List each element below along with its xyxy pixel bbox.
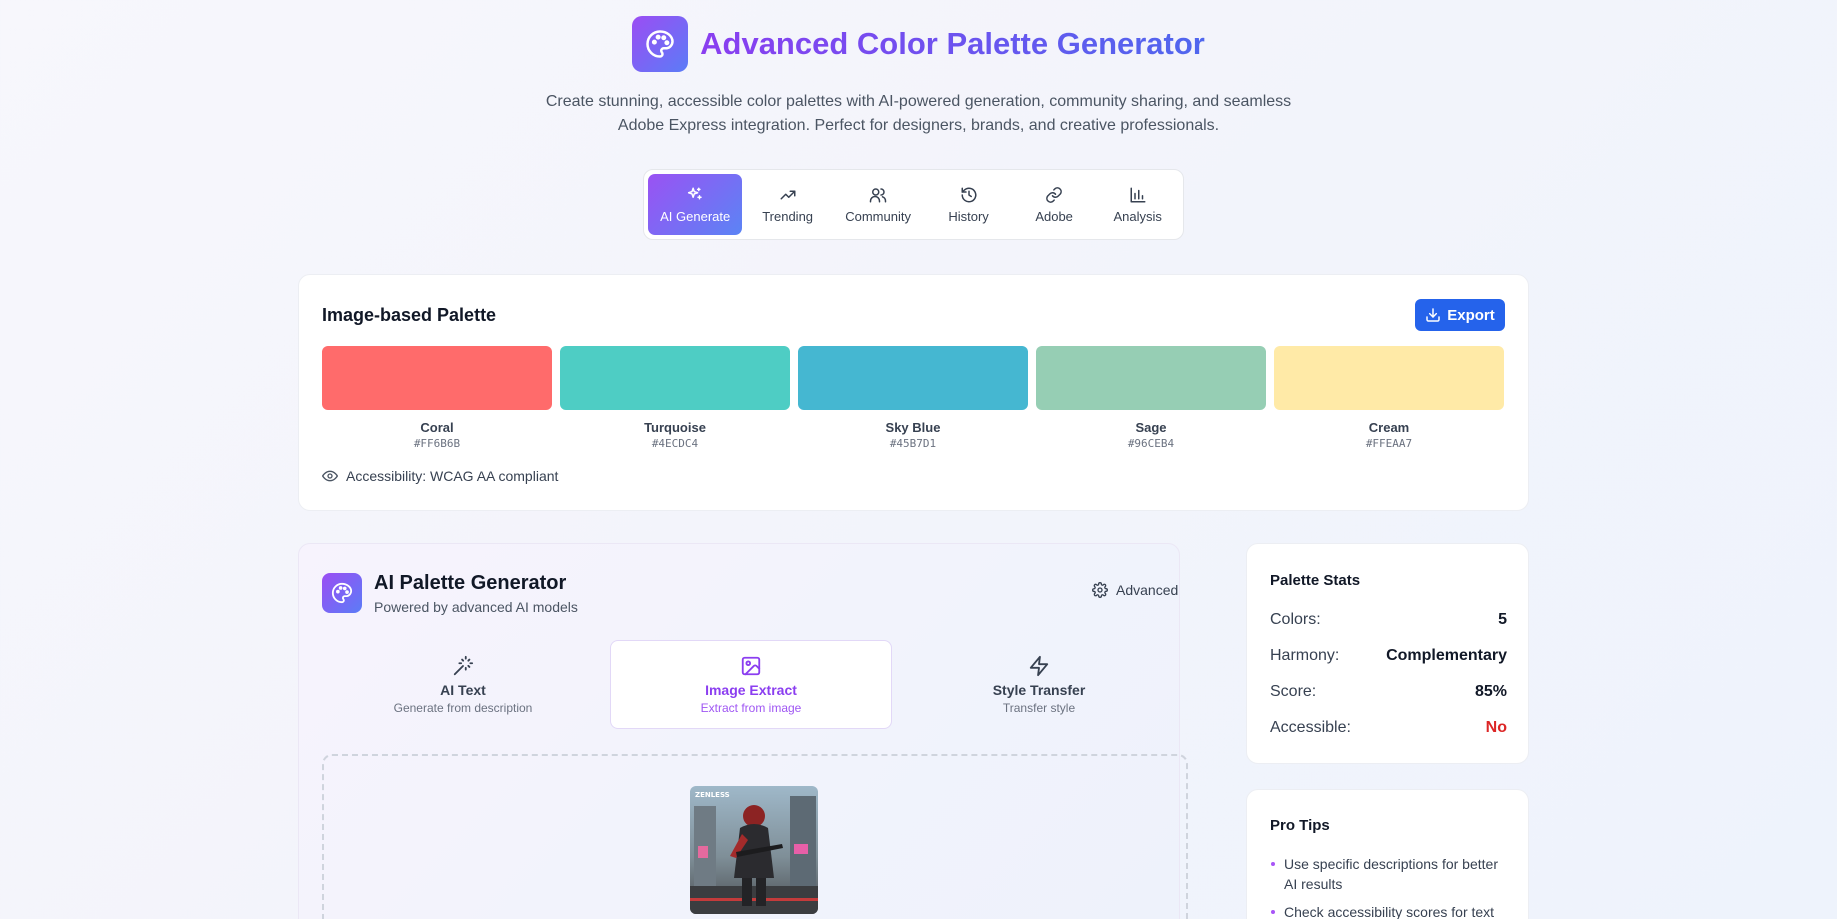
palette-stats-card: Palette Stats Colors: 5 Harmony: Complem… (1246, 543, 1529, 764)
tips-list: Use specific descriptions for better AI … (1270, 854, 1510, 919)
download-icon (1426, 308, 1440, 322)
eye-icon (322, 470, 338, 482)
tab-label: Analysis (1113, 208, 1162, 224)
accessibility-text: Accessibility: WCAG AA compliant (346, 468, 559, 484)
stat-value: 5 (1498, 611, 1507, 628)
tab-label: Adobe (1035, 208, 1073, 224)
tab-label: Trending (762, 208, 814, 224)
swatch-color[interactable] (798, 346, 1028, 410)
stat-label: Harmony: (1270, 647, 1340, 664)
mode-description: Generate from description (393, 700, 533, 715)
gear-icon (1092, 582, 1108, 598)
swatch-name: Cream (1368, 420, 1410, 435)
image-icon (741, 656, 761, 675)
stats-title: Palette Stats (1270, 572, 1361, 589)
mode-label: Style Transfer (992, 681, 1086, 698)
subtitle-line: Adobe Express integration. Perfect for d… (617, 117, 1220, 134)
swatch-coral[interactable]: Coral #FF6B6B (322, 346, 552, 450)
tip-item: Check accessibility scores for text (1270, 902, 1510, 919)
page-subtitle: Create stunning, accessible color palett… (518, 90, 1319, 138)
export-label: Export (1447, 306, 1495, 324)
swatch-color[interactable] (1274, 346, 1504, 410)
app-header: Advanced Color Palette Generator (0, 16, 1837, 72)
export-button[interactable]: Export (1415, 299, 1505, 331)
swatch-hex: #96CEB4 (1127, 437, 1175, 450)
swatch-name: Turquoise (644, 420, 706, 435)
link-icon (1046, 186, 1062, 203)
palette-logo-icon (632, 16, 689, 72)
swatch-turquoise[interactable]: Turquoise #4ECDC4 (560, 346, 790, 450)
tab-trending[interactable]: Trending (744, 174, 831, 235)
palette-title: Image-based Palette (322, 305, 497, 325)
tab-history[interactable]: History (925, 174, 1012, 235)
swatch-cream[interactable]: Cream #FFEAA7 (1274, 346, 1504, 450)
main-tabs: AI Generate Trending Community History A… (643, 169, 1184, 240)
stat-row-score: Score: 85% (1270, 683, 1507, 701)
tab-label: History (948, 208, 989, 224)
mode-ai-text[interactable]: AI Text Generate from description (322, 640, 604, 729)
swatch-sky-blue[interactable]: Sky Blue #45B7D1 (798, 346, 1028, 450)
tab-community[interactable]: Community (833, 174, 923, 235)
swatch-sage[interactable]: Sage #96CEB4 (1036, 346, 1266, 450)
stat-row-colors: Colors: 5 (1270, 611, 1507, 629)
swatch-hex: #FF6B6B (413, 437, 461, 450)
pro-tips-card: Pro Tips Use specific descriptions for b… (1246, 789, 1529, 919)
trending-up-icon (780, 190, 796, 199)
swatch-name: Coral (420, 420, 454, 435)
palette-icon (322, 573, 362, 613)
swatch-hex: #4ECDC4 (651, 437, 699, 450)
mode-description: Transfer style (1002, 700, 1076, 715)
page-title: Advanced Color Palette Generator (700, 26, 1205, 61)
stat-row-harmony: Harmony: Complementary (1270, 647, 1507, 665)
magic-wand-icon (453, 655, 474, 675)
generation-mode-tabs: AI Text Generate from description Image … (322, 640, 1180, 729)
stat-value: Complementary (1386, 647, 1507, 664)
uploaded-image-thumbnail[interactable]: ZENLESS (690, 786, 818, 914)
swatch-list: Coral #FF6B6B Turquoise #4ECDC4 Sky Blue… (322, 346, 1504, 450)
users-icon (869, 187, 887, 202)
swatch-name: Sage (1135, 420, 1167, 435)
swatch-color[interactable] (322, 346, 552, 410)
image-drop-zone[interactable]: ZENLESS (322, 754, 1188, 919)
thumbnail-logo-text: ZENLESS (695, 791, 730, 799)
stat-label: Colors: (1270, 611, 1321, 628)
sparkles-icon (688, 187, 702, 199)
mode-image-extract[interactable]: Image Extract Extract from image (610, 640, 892, 729)
generator-title: AI Palette Generator (374, 572, 567, 594)
tab-ai-generate[interactable]: AI Generate (648, 174, 743, 235)
swatch-hex: #45B7D1 (889, 437, 937, 450)
tab-label: Community (845, 208, 911, 224)
swatch-color[interactable] (560, 346, 790, 410)
swatch-name: Sky Blue (885, 420, 941, 435)
stat-label: Accessible: (1270, 719, 1351, 736)
stat-value: 85% (1474, 683, 1507, 700)
advanced-label: Advanced (1116, 582, 1179, 598)
tab-label: AI Generate (660, 208, 731, 224)
mode-label: AI Text (440, 681, 486, 698)
mode-label: Image Extract (705, 681, 797, 698)
stat-label: Score: (1270, 683, 1317, 700)
accessibility-note: Accessibility: WCAG AA compliant (322, 468, 558, 484)
tip-item: Use specific descriptions for better AI … (1270, 854, 1510, 894)
palette-card: Image-based Palette Export Coral #FF6B6B… (298, 274, 1529, 511)
mode-description: Extract from image (700, 700, 802, 715)
lightning-icon (1029, 655, 1049, 676)
bar-chart-icon (1130, 187, 1146, 202)
stat-row-accessible: Accessible: No (1270, 719, 1507, 737)
swatch-color[interactable] (1036, 346, 1266, 410)
tab-adobe[interactable]: Adobe (1014, 174, 1095, 235)
stat-value: No (1485, 719, 1507, 736)
advanced-button[interactable]: Advanced (1092, 582, 1178, 598)
tab-analysis[interactable]: Analysis (1096, 174, 1179, 235)
history-icon (961, 187, 977, 202)
subtitle-line: Create stunning, accessible color palett… (545, 93, 1292, 110)
generator-subtitle: Powered by advanced AI models (374, 599, 578, 615)
swatch-hex: #FFEAA7 (1365, 437, 1413, 450)
ai-generator-card: AI Palette Generator Powered by advanced… (298, 543, 1188, 919)
mode-style-transfer[interactable]: Style Transfer Transfer style (898, 640, 1180, 729)
tips-title: Pro Tips (1270, 817, 1330, 834)
